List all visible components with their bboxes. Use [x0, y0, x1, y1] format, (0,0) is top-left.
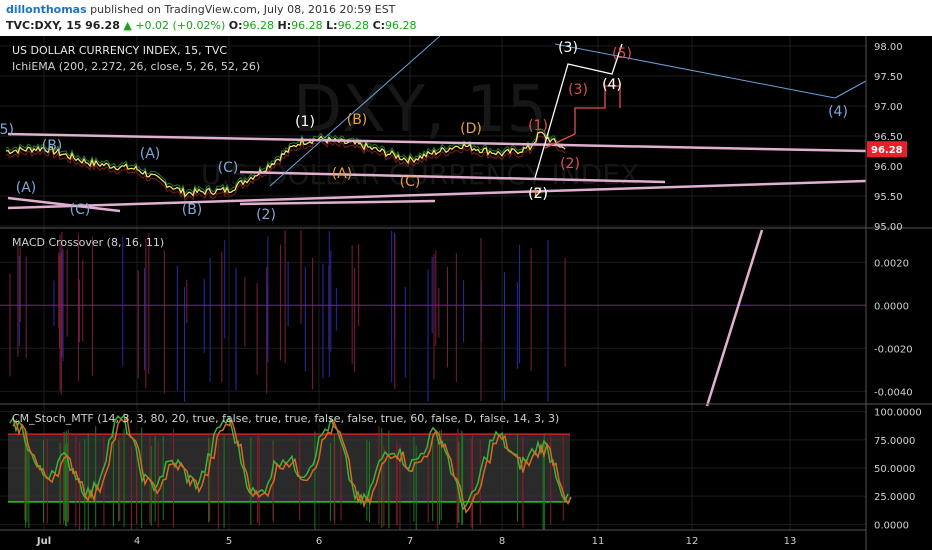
- wave-label: (5): [612, 46, 632, 62]
- high-value: 96.28: [291, 19, 323, 32]
- open-label: O:: [228, 19, 243, 32]
- price-tick-label: 97.50: [874, 72, 903, 83]
- price-tick-label: 97.00: [874, 102, 903, 113]
- author-link[interactable]: dillonthomas: [6, 3, 87, 16]
- ichi-title: IchiEMA (200, 2.272, 26, close, 5, 26, 5…: [12, 60, 260, 73]
- symbol-price: 96.28: [85, 19, 120, 32]
- price-tick-label: 96.00: [874, 162, 903, 173]
- x-tick-label: 6: [316, 536, 322, 547]
- wave-label: (C): [400, 174, 421, 190]
- open-value: 96.28: [242, 19, 275, 32]
- x-tick-label: 4: [134, 536, 140, 547]
- wave-label: (A): [16, 180, 37, 196]
- price-tick-label: 98.00: [874, 42, 903, 53]
- stoch-tick-label: 50.0000: [874, 464, 915, 475]
- up-arrow-icon: ▲: [123, 19, 132, 32]
- high-label: H:: [277, 19, 292, 32]
- wave-label: (3): [568, 82, 588, 98]
- stoch-tick-label: 25.0000: [874, 492, 915, 503]
- stoch-tick-label: 100.0000: [874, 408, 922, 419]
- macd-tick-label: 0.0000: [874, 301, 909, 312]
- price-tick-label: 95.00: [874, 222, 903, 233]
- main-title: US DOLLAR CURRENCY INDEX, 15, TVC: [12, 44, 227, 57]
- wave-label: (2): [560, 156, 580, 172]
- close-label: C:: [372, 19, 386, 32]
- wave-label: (C): [70, 202, 91, 218]
- wave-label: (D): [460, 121, 482, 137]
- wave-label: (4): [828, 104, 848, 120]
- low-label: L:: [326, 19, 338, 32]
- wave-label: (2): [256, 207, 276, 223]
- symbol-info: TVC:DXY, 15 96.28 ▲ +0.02 (+0.02%) O:96.…: [6, 19, 417, 32]
- wave-label: (5): [0, 122, 14, 138]
- wave-label: (A): [332, 166, 353, 182]
- low-value: 96.28: [337, 19, 370, 32]
- macd-title: MACD Crossover (8, 16, 11): [12, 236, 164, 249]
- stoch-tick-label: 75.0000: [874, 436, 915, 447]
- publish-info: dillonthomas published on TradingView.co…: [6, 3, 395, 16]
- wave-label: (A): [140, 146, 161, 162]
- wave-label: (1): [295, 114, 315, 130]
- last-price-label: 96.28: [871, 145, 903, 156]
- x-tick-label: 13: [784, 536, 797, 547]
- x-tick-label: 12: [686, 536, 699, 547]
- wave-label: (B): [182, 202, 203, 218]
- wave-label: (B): [347, 112, 368, 128]
- wave-label: (2): [528, 186, 548, 202]
- stoch-tick-label: 0.0000: [874, 520, 909, 531]
- stoch-title: CM_Stoch_MTF (14, 3, 3, 80, 20, true, fa…: [12, 412, 559, 425]
- wave-label: (3): [558, 40, 578, 56]
- macd-tick-label: -0.0020: [874, 344, 913, 355]
- wave-label: (B): [42, 138, 63, 154]
- close-value: 96.28: [385, 19, 417, 32]
- chart-header: dillonthomas published on TradingView.co…: [0, 0, 932, 36]
- wave-label: (C): [218, 160, 239, 176]
- x-tick-label: Jul: [36, 536, 51, 547]
- x-tick-label: 7: [407, 536, 413, 547]
- wave-label: (4): [602, 77, 622, 93]
- x-tick-label: 8: [499, 536, 505, 547]
- x-tick-label: 5: [226, 536, 232, 547]
- chart-canvas[interactable]: DXY, 15 U.S. DOLLAR CURRENCY INDEX (5)(B…: [0, 36, 932, 550]
- macd-tick-label: 0.0020: [874, 258, 909, 269]
- price-tick-label: 95.50: [874, 192, 903, 203]
- symbol-label: TVC:DXY, 15: [6, 19, 82, 32]
- macd-tick-label: -0.0040: [874, 387, 913, 398]
- price-change: +0.02 (+0.02%): [135, 19, 226, 32]
- x-tick-label: 11: [592, 536, 605, 547]
- publish-text: published on TradingView.com, July 08, 2…: [90, 3, 396, 16]
- wave-label: (1): [528, 118, 548, 134]
